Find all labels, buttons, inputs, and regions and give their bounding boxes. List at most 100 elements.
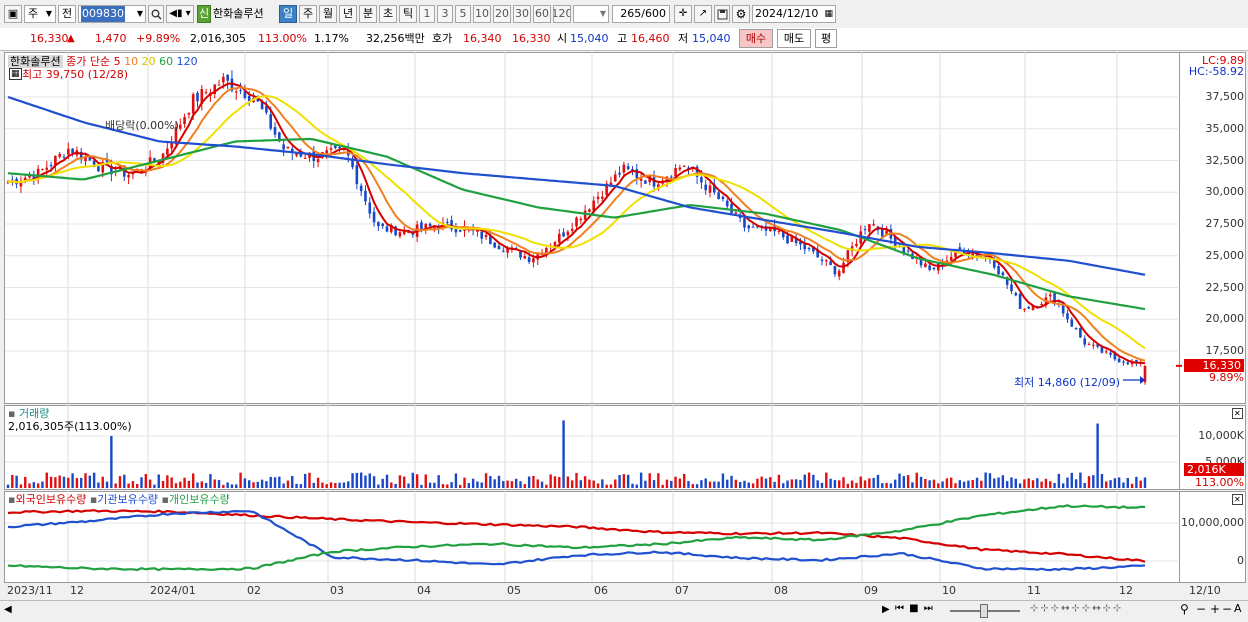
- volume-bar: [575, 472, 578, 488]
- legend-foreign[interactable]: 외국인보유수량: [15, 493, 86, 506]
- volume-bar: [424, 474, 427, 488]
- candle-body: [868, 224, 871, 232]
- volume-bar: [713, 481, 716, 488]
- chart-canvas[interactable]: [0, 0, 1248, 621]
- chart-scrollbar[interactable]: ◀ ▶ ⏮ ■ ⏭ ⊹⊹⊹↔⊹⊹↔⊹⊹ ⚲ − + − A: [0, 600, 1248, 622]
- volume-bar: [786, 480, 789, 488]
- volume-bar: [1040, 481, 1043, 488]
- font-size-icon[interactable]: A: [1234, 602, 1242, 615]
- candle-body: [682, 165, 686, 167]
- candle-body: [1087, 344, 1091, 346]
- indicator-table-icon[interactable]: ▦: [9, 66, 22, 80]
- scroll-right-icon[interactable]: ▶: [882, 604, 890, 615]
- volume-bar: [773, 481, 776, 488]
- scroll-left-icon[interactable]: ◀: [4, 604, 12, 615]
- volume-bar: [325, 484, 328, 488]
- volume-bar: [153, 484, 156, 488]
- x-axis-label: 02: [247, 584, 261, 597]
- candle-body: [458, 229, 462, 232]
- candle-body: [842, 262, 845, 274]
- close-volume-panel-icon[interactable]: ✕: [1232, 406, 1243, 419]
- candle-body: [316, 159, 320, 163]
- holder-legend: ▪외국인보유수량 ▪기관보유수량 ▪개인보유수량: [8, 491, 230, 507]
- volume-bar: [657, 473, 660, 488]
- candle-body: [678, 167, 682, 170]
- candle-body: [700, 177, 703, 183]
- volume-bar: [256, 481, 259, 488]
- volume-bar: [760, 476, 763, 488]
- candle-body: [183, 117, 186, 125]
- volume-pct-tag: 113.00%: [1195, 476, 1244, 489]
- volume-bar: [1014, 478, 1017, 488]
- candle-body: [717, 192, 720, 199]
- volume-bar: [751, 483, 755, 488]
- volume-bar: [515, 478, 518, 488]
- volume-bar: [842, 477, 845, 488]
- volume-bar: [975, 477, 979, 488]
- volume-bar: [329, 482, 333, 488]
- candle-body: [204, 92, 208, 94]
- volume-bar: [471, 478, 475, 488]
- volume-bar: [1010, 477, 1013, 488]
- volume-bar: [902, 476, 906, 488]
- candle-body: [484, 234, 488, 238]
- minus-icon[interactable]: −: [1222, 602, 1232, 616]
- volume-bar: [670, 480, 673, 488]
- volume-bar: [1027, 478, 1030, 488]
- candle-body: [618, 172, 621, 175]
- legend-ma-20[interactable]: 20: [142, 55, 156, 68]
- playback-controls[interactable]: ⏮ ■ ⏭: [895, 603, 934, 614]
- legend-ma-120[interactable]: 120: [177, 55, 198, 68]
- volume-bar: [596, 483, 600, 488]
- candle-body: [1066, 313, 1069, 320]
- candle-body: [45, 167, 49, 170]
- volume-bar: [170, 477, 173, 488]
- volume-bar: [881, 483, 884, 488]
- volume-bar: [984, 472, 987, 488]
- candle-body: [493, 242, 496, 248]
- holder-tick-label: 0: [1237, 554, 1244, 567]
- candle-body: [217, 84, 221, 86]
- candle-body: [286, 146, 290, 149]
- candle-body: [501, 250, 505, 252]
- volume-bar: [807, 472, 811, 488]
- volume-bar: [196, 482, 199, 488]
- volume-bar: [648, 473, 651, 488]
- volume-bar: [1044, 478, 1048, 488]
- candle-body: [127, 174, 130, 178]
- volume-bar: [601, 479, 604, 488]
- price-tick-label: 30,000: [1205, 185, 1245, 199]
- volume-bar: [11, 474, 14, 488]
- legend-institution[interactable]: 기관보유수량: [97, 493, 158, 506]
- volume-bar: [127, 483, 130, 488]
- zoom-slider-handle[interactable]: [980, 604, 988, 618]
- volume-bar: [15, 475, 18, 488]
- zoom-icon[interactable]: ⚲: [1180, 602, 1189, 616]
- candle-body: [398, 232, 402, 237]
- candle-body: [872, 224, 875, 226]
- volume-bar: [639, 472, 643, 488]
- legend-ma-60[interactable]: 60: [159, 55, 173, 68]
- volume-bar: [803, 474, 806, 488]
- volume-bar: [1109, 480, 1112, 488]
- volume-bar: [937, 483, 940, 488]
- volume-bar: [80, 477, 83, 488]
- volume-bar: [420, 484, 423, 488]
- volume-bar: [45, 472, 48, 488]
- volume-bar: [945, 478, 949, 488]
- zoom-in-icon[interactable]: +: [1210, 602, 1220, 616]
- volume-bar: [820, 482, 824, 488]
- legend-individual[interactable]: 개인보유수량: [169, 493, 230, 506]
- volume-bar: [868, 478, 871, 488]
- close-holder-panel-icon[interactable]: ✕: [1232, 492, 1243, 505]
- volume-bar: [833, 480, 837, 488]
- volume-bar: [614, 479, 617, 488]
- zoom-out-icon[interactable]: −: [1196, 602, 1206, 616]
- volume-bar: [570, 480, 574, 488]
- candle-body: [420, 222, 423, 230]
- volume-bar: [1070, 472, 1073, 488]
- volume-bar: [738, 482, 742, 488]
- chart-tool-icons[interactable]: ⊹⊹⊹↔⊹⊹↔⊹⊹: [1030, 603, 1123, 614]
- volume-bar: [493, 479, 496, 488]
- volume-tick-label: 10,000K: [1198, 429, 1244, 442]
